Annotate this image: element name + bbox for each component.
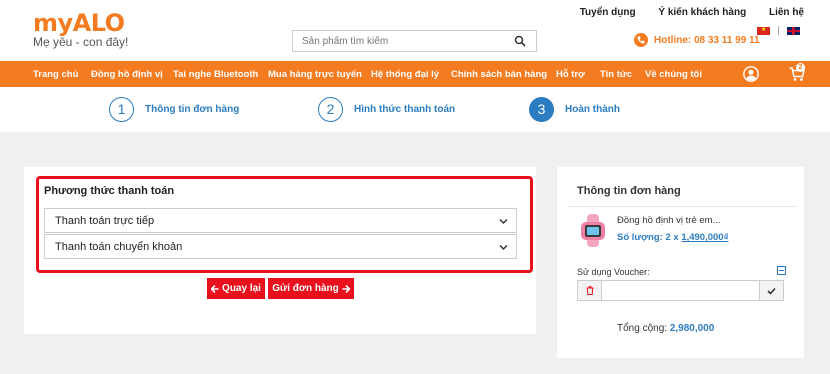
site-logo[interactable]: myALO: [33, 9, 125, 37]
nav-item-tai-nghe-bluetooth[interactable]: Tai nghe Bluetooth: [173, 69, 258, 80]
step-complete[interactable]: 3 Hoàn thành: [529, 97, 620, 122]
user-account-icon[interactable]: [743, 66, 759, 82]
site-tagline: Mẹ yêu - con đây!: [33, 35, 129, 49]
link-tuyen-dung[interactable]: Tuyển dụng: [580, 7, 636, 18]
nav-item-chinh-sach-ban-hang[interactable]: Chính sách bán hàng: [451, 69, 547, 80]
nav-item-trang-chu[interactable]: Trang chủ: [33, 69, 78, 80]
link-y-kien-khach-hang[interactable]: Ý kiến khách hàng: [658, 7, 746, 18]
summary-divider: [568, 206, 797, 207]
voucher-input[interactable]: [602, 281, 759, 300]
trash-icon[interactable]: [578, 281, 602, 300]
flag-divider: [778, 26, 779, 35]
top-header: myALO Mẹ yêu - con đây! Tuyển dụng Ý kiế…: [0, 0, 830, 61]
back-button-label: Quay lại: [222, 283, 261, 294]
voucher-row: [577, 280, 784, 301]
payment-option-transfer[interactable]: Thanh toán chuyển khoản: [44, 234, 517, 259]
quantity-label: Số lượng: 2 x: [617, 232, 682, 243]
step-order-info[interactable]: 1 Thông tin đơn hàng: [109, 97, 239, 122]
uk-flag-icon[interactable]: [787, 26, 800, 35]
step-label: Hình thức thanh toán: [354, 104, 456, 115]
product-thumbnail[interactable]: [578, 214, 608, 247]
total-label: Tổng cộng:: [617, 323, 670, 334]
total-value: 2,980,000: [669, 323, 715, 334]
order-total: Tổng cộng: 2,980,000: [617, 323, 714, 334]
payment-option-label: Thanh toán trực tiếp: [55, 215, 155, 227]
step-number: 1: [109, 97, 134, 122]
search-box: [292, 30, 537, 52]
nav-item-ve-chung-toi[interactable]: Về chúng tôi: [645, 69, 702, 80]
product-name[interactable]: Đồng hồ định vị trẻ em...: [617, 215, 721, 226]
cart-count-badge: 2: [796, 63, 805, 72]
submit-order-button[interactable]: Gửi đơn hàng: [268, 278, 354, 299]
link-lien-he[interactable]: Liên hệ: [769, 7, 804, 18]
step-label: Thông tin đơn hàng: [145, 104, 240, 115]
checkout-steps: 1 Thông tin đơn hàng 2 Hình thức thanh t…: [0, 87, 830, 132]
search-input[interactable]: [293, 31, 503, 52]
checkmark-icon[interactable]: [759, 281, 783, 300]
arrow-right-icon: [342, 284, 350, 293]
payment-option-direct[interactable]: Thanh toán trực tiếp: [44, 208, 517, 233]
nav-item-tin-tuc[interactable]: Tin tức: [600, 69, 632, 80]
main-nav: Trang chủ Đồng hồ định vị Tai nghe Bluet…: [0, 61, 830, 87]
phone-icon: [634, 33, 648, 47]
step-number: 2: [318, 97, 343, 122]
collapse-icon[interactable]: [777, 266, 786, 275]
order-summary-title: Thông tin đơn hàng: [577, 185, 681, 197]
product-quantity: Số lượng: 2 x 1,490,000₫: [617, 232, 728, 243]
top-links: Tuyển dụng Ý kiến khách hàng Liên hệ: [560, 7, 804, 18]
payment-option-label: Thanh toán chuyển khoản: [55, 241, 183, 253]
back-button[interactable]: Quay lại: [207, 278, 265, 299]
nav-item-he-thong-dai-ly[interactable]: Hệ thống đại lý: [371, 69, 439, 80]
nav-item-mua-hang-truc-tuyen[interactable]: Mua hàng trực tuyến: [268, 69, 362, 80]
step-label: Hoàn thành: [565, 104, 620, 115]
hotline: Hotline: 08 33 11 99 11: [634, 33, 760, 47]
search-icon[interactable]: [514, 35, 526, 47]
step-number-active: 3: [529, 97, 554, 122]
language-switcher: [757, 26, 800, 35]
nav-item-ho-tro[interactable]: Hỗ trợ: [556, 69, 585, 80]
arrow-left-icon: [211, 284, 219, 293]
nav-item-dong-ho-dinh-vi[interactable]: Đồng hồ định vị: [91, 69, 163, 80]
step-payment-method[interactable]: 2 Hình thức thanh toán: [318, 97, 455, 122]
payment-method-title: Phương thức thanh toán: [44, 185, 175, 197]
submit-order-label: Gửi đơn hàng: [272, 283, 339, 294]
chevron-down-icon: [499, 244, 508, 251]
hotline-text[interactable]: Hotline: 08 33 11 99 11: [654, 35, 760, 46]
unit-price: 1,490,000₫: [681, 232, 729, 243]
voucher-label: Sử dụng Voucher:: [577, 267, 650, 277]
chevron-down-icon: [499, 218, 508, 225]
